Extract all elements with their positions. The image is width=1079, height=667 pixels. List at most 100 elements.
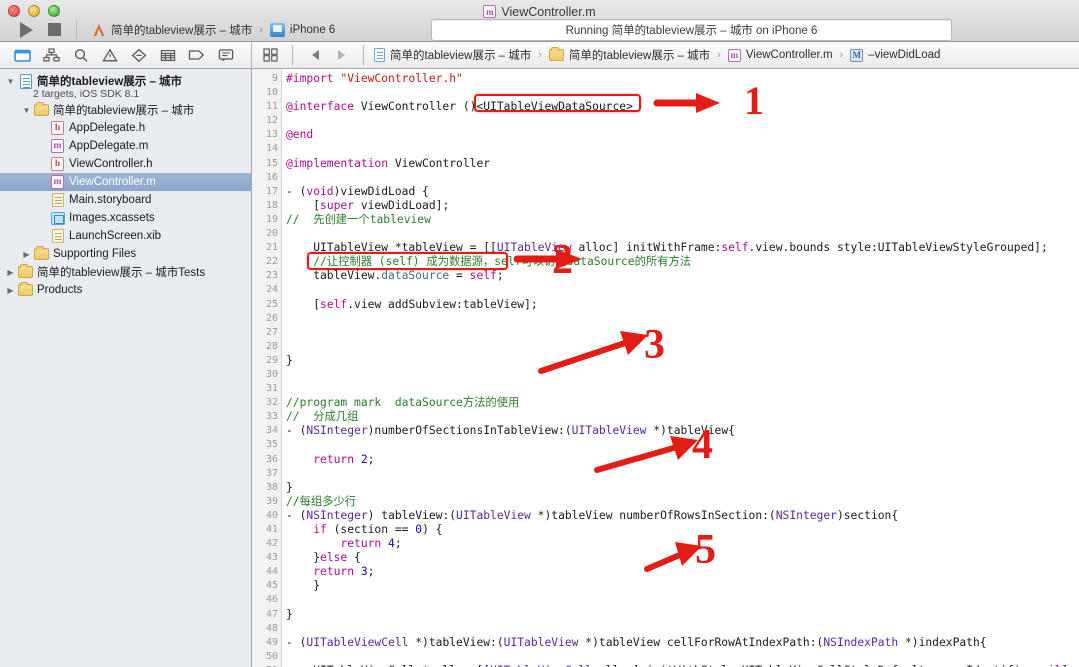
code-line: 9 #import "ViewController.h" (252, 72, 1079, 86)
breadcrumb-label: 简单的tableview展示 – 城市 (390, 50, 532, 62)
forward-arrow-icon[interactable] (329, 45, 353, 65)
navigator-row[interactable]: h AppDelegate.h (0, 119, 251, 137)
navigator-row[interactable]: Products (0, 281, 251, 299)
line-number: 20 (265, 228, 278, 240)
breadcrumb-item-file[interactable]: m ViewController.m (727, 48, 833, 62)
code-line-text: } (286, 480, 293, 494)
xcode-window: m ViewController.m 简单的tableview展示 – 城市 ›… (0, 0, 1079, 667)
status-bar: Running 简单的tableview展示 – 城市 on iPhone 6 (431, 19, 952, 41)
stop-button[interactable] (40, 19, 68, 41)
line-number: 17 (265, 185, 278, 197)
line-number: 28 (265, 340, 278, 352)
code-line: 20 (252, 227, 1079, 241)
code-line: 29} (252, 354, 1079, 368)
xib-icon (49, 229, 66, 243)
navigator-toolbar: 简单的tableview展示 – 城市 › 简单的tableview展示 – 城… (0, 42, 1079, 69)
navigator-row[interactable]: m AppDelegate.m (0, 137, 251, 155)
line-number: 16 (265, 171, 278, 183)
disclosure-triangle-icon[interactable] (4, 77, 17, 86)
code-line-text: #import "ViewController.h" (286, 72, 463, 85)
navigator-row[interactable]: 简单的tableview展示 – 城市Tests (0, 263, 251, 281)
folder-navigator-icon[interactable] (8, 44, 37, 66)
run-button[interactable] (12, 19, 40, 41)
code-line: 23 tableView.dataSource = self; (252, 269, 1079, 283)
search-navigator-icon[interactable] (66, 44, 95, 66)
folder-icon (17, 264, 34, 278)
code-line: 41 if (section == 0) { (252, 523, 1079, 537)
line-number: 49 (265, 636, 278, 648)
disclosure-triangle-icon[interactable] (20, 106, 33, 115)
disclosure-triangle-icon[interactable] (4, 268, 17, 277)
navigator-row[interactable]: Main.storyboard (0, 191, 251, 209)
code-line: 13 @end (252, 128, 1079, 142)
line-number: 23 (265, 270, 278, 282)
issue-navigator-icon[interactable] (95, 44, 124, 66)
hierarchy-navigator-icon[interactable] (37, 44, 66, 66)
code-line: 50 (252, 650, 1079, 664)
breadcrumb-label: –viewDidLoad (868, 49, 941, 61)
title-bar: m ViewController.m 简单的tableview展示 – 城市 ›… (0, 0, 1079, 42)
breadcrumb-item-group[interactable]: 简单的tableview展示 – 城市 (548, 47, 710, 63)
code-content[interactable]: 9 #import "ViewController.h" 10 11 @interfac… (252, 69, 1079, 667)
navigator-row[interactable]: m ViewController.m (0, 173, 251, 191)
toolbar-divider (76, 19, 77, 40)
scheme-selector[interactable]: 简单的tableview展示 – 城市 › iPhone 6 (85, 19, 341, 41)
assistant-editor-icon[interactable] (258, 45, 282, 65)
navigator-row[interactable]: LaunchScreen.xib (0, 227, 251, 245)
line-number: 37 (265, 467, 278, 479)
editor-toolbar: 简单的tableview展示 – 城市 › 简单的tableview展示 – 城… (252, 42, 1079, 68)
project-icon (17, 73, 34, 89)
m-file-icon: m (49, 175, 66, 189)
navigator-row[interactable]: h ViewController.h (0, 155, 251, 173)
navigator-row-label: 简单的tableview展示 – 城市Tests (37, 267, 206, 279)
h-file-icon: h (49, 157, 66, 171)
toolbar-divider (292, 45, 293, 65)
navigator-row-label: Images.xcassets (69, 212, 155, 224)
breadcrumb-item-method[interactable]: M –viewDidLoad (850, 48, 941, 62)
code-line: 27 (252, 326, 1079, 340)
back-arrow-icon[interactable] (303, 45, 327, 65)
navigator-row[interactable]: 简单的tableview展示 – 城市 (0, 101, 251, 119)
code-line-text: - (void)viewDidLoad { (286, 184, 429, 198)
breadcrumb-item-project[interactable]: 简单的tableview展示 – 城市 (374, 47, 531, 63)
code-line: 42 return 4; (252, 537, 1079, 551)
debug-navigator-icon[interactable] (153, 44, 182, 66)
report-navigator-icon[interactable] (211, 44, 240, 66)
line-number: 11 (265, 101, 278, 113)
breakpoint-navigator-icon[interactable] (182, 44, 211, 66)
toolbar-divider (363, 45, 364, 65)
code-line-text: //让控制器 (self) 成为数据源，self可以访问dataSource的所… (286, 255, 692, 269)
navigator-row-label: ViewController.m (69, 176, 156, 188)
code-line: 45 } (252, 579, 1079, 593)
scheme-target-label: 简单的tableview展示 – 城市 (111, 24, 253, 37)
code-line-text: if (section == 0) { (313, 523, 443, 536)
device-icon (269, 22, 285, 37)
chevron-right-icon: › (259, 23, 263, 36)
line-number: 33 (265, 411, 278, 423)
navigator-row[interactable]: Supporting Files (0, 245, 251, 263)
navigator-row[interactable]: Images.xcassets (0, 209, 251, 227)
source-editor[interactable]: 9 #import "ViewController.h" 10 11 @interfac… (252, 69, 1079, 667)
line-number: 19 (265, 213, 278, 225)
line-number: 18 (265, 199, 278, 211)
disclosure-triangle-icon[interactable] (4, 286, 17, 295)
line-number: 46 (265, 594, 278, 606)
line-number: 14 (265, 143, 278, 155)
code-line: 26 (252, 312, 1079, 326)
line-number: 50 (265, 650, 278, 662)
line-number: 41 (265, 524, 278, 535)
code-line-text: }else { (286, 551, 361, 565)
code-line: 33 // 分成几组 (252, 410, 1079, 424)
code-line: 30 (252, 368, 1079, 382)
play-icon (19, 21, 33, 38)
code-line: 34 - (NSInteger)numberOfSectionsInTableVi… (252, 424, 1079, 438)
test-navigator-icon[interactable] (124, 44, 153, 66)
main-area: 简单的tableview展示 – 城市2 targets, iOS SDK 8.… (0, 69, 1079, 667)
line-number: 39 (265, 495, 278, 507)
code-line-text: [super viewDidLoad]; (286, 198, 450, 212)
project-navigator[interactable]: 简单的tableview展示 – 城市2 targets, iOS SDK 8.… (0, 69, 252, 667)
code-line-text: //program mark dataSource方法的使用 (286, 396, 520, 410)
line-number: 43 (265, 552, 278, 564)
disclosure-triangle-icon[interactable] (20, 250, 33, 259)
line-number: 38 (265, 481, 278, 493)
